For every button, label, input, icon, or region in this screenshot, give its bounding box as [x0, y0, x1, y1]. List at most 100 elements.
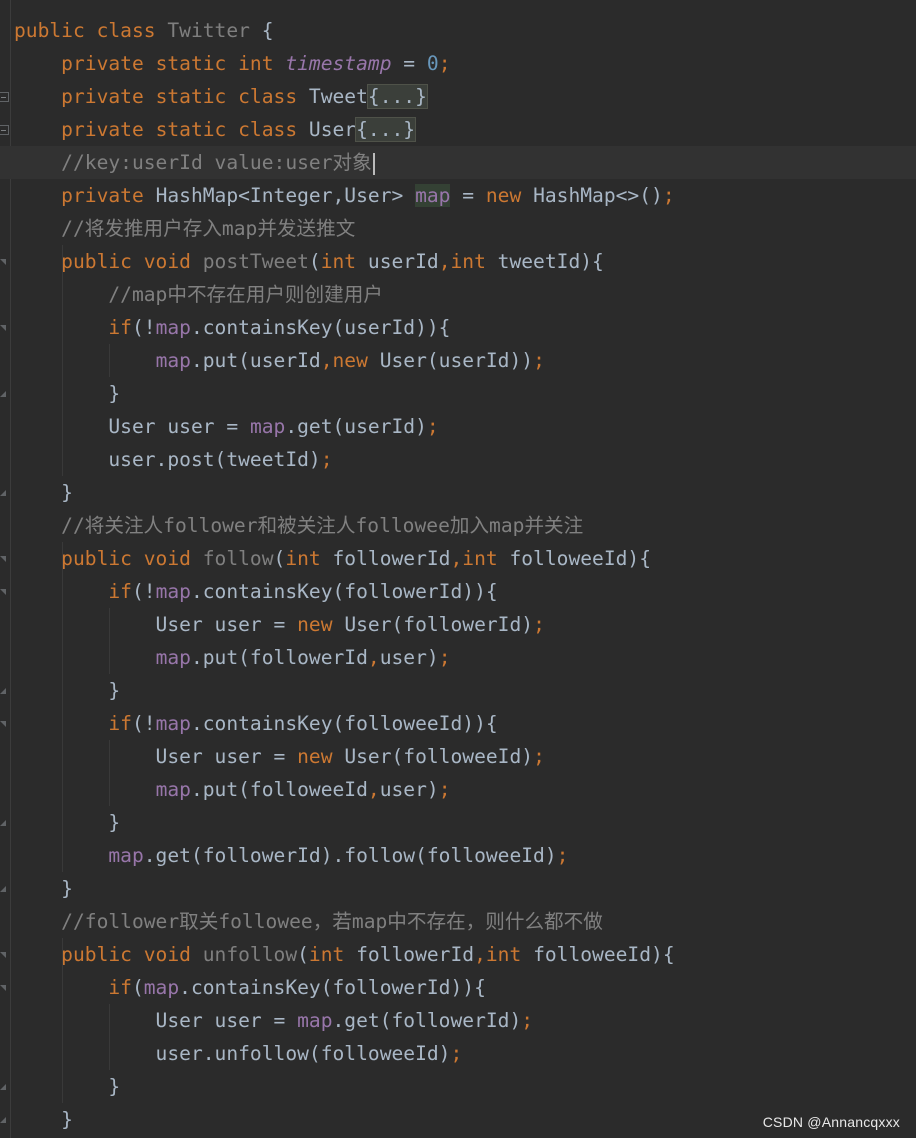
code-token: ; [662, 184, 675, 207]
code-token: static [155, 52, 239, 75]
code-line[interactable]: //follower取关followee，若map中不存在，则什么都不做 [0, 905, 916, 938]
code-line[interactable]: if(!map.containsKey(followeeId)){ [0, 707, 916, 740]
code-line[interactable]: map.put(followeeId,user); [0, 773, 916, 806]
code-text: private static class User{...} [14, 113, 417, 146]
code-line[interactable]: } [0, 1070, 916, 1103]
code-text: if(!map.containsKey(userId)){ [14, 311, 450, 344]
folded-region[interactable]: {...} [366, 84, 428, 109]
code-token: User user = [14, 745, 298, 768]
code-token: , [320, 349, 333, 372]
code-line[interactable]: User user = map.get(followerId); [0, 1004, 916, 1037]
code-line[interactable]: User user = new User(followeeId); [0, 740, 916, 773]
code-text: } [14, 1103, 73, 1136]
code-text: public void unfollow(int followerId,int … [14, 938, 674, 971]
code-token: private [14, 118, 156, 141]
code-token: Tweet [308, 85, 368, 108]
code-token: new [297, 613, 345, 636]
code-text: public class Twitter { [14, 14, 274, 47]
code-token: , [450, 547, 463, 570]
code-token: User(followerId) [344, 613, 534, 636]
code-token: User user = [14, 415, 250, 438]
code-line[interactable]: user.unfollow(followeeId); [0, 1037, 916, 1070]
code-line[interactable]: private HashMap<Integer,User> map = new … [0, 179, 916, 212]
code-token: map [143, 976, 180, 999]
code-text: if(!map.containsKey(followerId)){ [14, 575, 497, 608]
code-text: user.unfollow(followeeId); [14, 1037, 463, 1070]
folded-region[interactable]: {...} [355, 117, 417, 142]
code-token: HashMap<Integer,User> [155, 184, 416, 207]
code-text: } [14, 872, 73, 905]
code-line[interactable]: } [0, 674, 916, 707]
code-token: if [14, 316, 132, 339]
code-line[interactable]: //将发推用户存入map并发送推文 [0, 212, 916, 245]
code-text: } [14, 806, 120, 839]
code-token: map [108, 844, 144, 867]
code-line[interactable]: public void follow(int followerId,int fo… [0, 542, 916, 575]
code-token: } [14, 481, 73, 504]
code-line[interactable]: if(!map.containsKey(followerId)){ [0, 575, 916, 608]
code-line[interactable]: } [0, 377, 916, 410]
code-line[interactable]: //key:userId value:user对象 [0, 146, 916, 179]
code-line[interactable]: private static class User{...} [0, 113, 916, 146]
code-text: public void follow(int followerId,int fo… [14, 542, 651, 575]
code-line[interactable]: private static class Tweet{...} [0, 80, 916, 113]
code-line[interactable]: public void unfollow(int followerId,int … [0, 938, 916, 971]
code-token: .containsKey(followerId)){ [179, 976, 486, 999]
code-token: HashMap<>() [533, 184, 663, 207]
code-line[interactable]: public class Twitter { [0, 14, 916, 47]
code-token: int [485, 943, 534, 966]
code-token: ; [426, 415, 439, 438]
code-token: } [14, 1075, 121, 1098]
code-token: map [155, 646, 191, 669]
code-token: //key:userId value:user对象 [14, 151, 372, 174]
code-token: map [415, 184, 451, 207]
code-token: } [14, 811, 121, 834]
code-token: //map中不存在用户则创建用户 [14, 283, 383, 306]
code-line[interactable]: User user = new User(followerId); [0, 608, 916, 641]
code-token: //将发推用户存入map并发送推文 [14, 217, 356, 240]
code-token: .get(followerId) [332, 1009, 522, 1032]
code-token: public [14, 19, 97, 42]
code-text: //key:userId value:user对象 [14, 146, 375, 179]
code-line[interactable]: public void postTweet(int userId,int twe… [0, 245, 916, 278]
code-token: .get(userId) [285, 415, 427, 438]
code-line[interactable]: user.post(tweetId); [0, 443, 916, 476]
code-line[interactable]: //将关注人follower和被关注人followee加入map并关注 [0, 509, 916, 542]
code-text: private static class Tweet{...} [14, 80, 428, 113]
code-line[interactable]: map.put(followerId,user); [0, 641, 916, 674]
code-line[interactable]: map.put(userId,new User(userId)); [0, 344, 916, 377]
code-token: int [320, 250, 368, 273]
code-token: .put(followerId [190, 646, 368, 669]
code-line[interactable]: if(!map.containsKey(userId)){ [0, 311, 916, 344]
code-token: user.post(tweetId) [14, 448, 321, 471]
code-token: .get(followerId).follow(followeeId) [143, 844, 557, 867]
code-token: .containsKey(userId)){ [190, 316, 451, 339]
code-line[interactable]: } [0, 872, 916, 905]
code-line[interactable]: if(map.containsKey(followerId)){ [0, 971, 916, 1004]
code-token: } [14, 1108, 73, 1131]
code-text: User user = new User(followeeId); [14, 740, 545, 773]
code-line[interactable]: } [0, 806, 916, 839]
code-token: void [143, 547, 203, 570]
code-token: ; [450, 1042, 463, 1065]
code-token: User(userId)) [379, 349, 534, 372]
code-line[interactable]: User user = map.get(userId); [0, 410, 916, 443]
code-text: //将关注人follower和被关注人followee加入map并关注 [14, 509, 583, 542]
code-token: void [143, 250, 203, 273]
code-token: public [14, 547, 144, 570]
code-line[interactable]: } [0, 476, 916, 509]
code-text: public void postTweet(int userId,int twe… [14, 245, 604, 278]
code-token: unfollow [202, 943, 298, 966]
code-token: (! [131, 580, 156, 603]
code-token: class [96, 19, 168, 42]
code-line[interactable]: private static int timestamp = 0; [0, 47, 916, 80]
code-token: userId [367, 250, 439, 273]
code-line[interactable]: map.get(followerId).follow(followeeId); [0, 839, 916, 872]
code-token: if [14, 712, 132, 735]
code-line[interactable]: //map中不存在用户则创建用户 [0, 278, 916, 311]
code-token: new [485, 184, 534, 207]
code-editor[interactable]: public class Twitter { private static in… [0, 0, 916, 1138]
code-token: public [14, 943, 144, 966]
